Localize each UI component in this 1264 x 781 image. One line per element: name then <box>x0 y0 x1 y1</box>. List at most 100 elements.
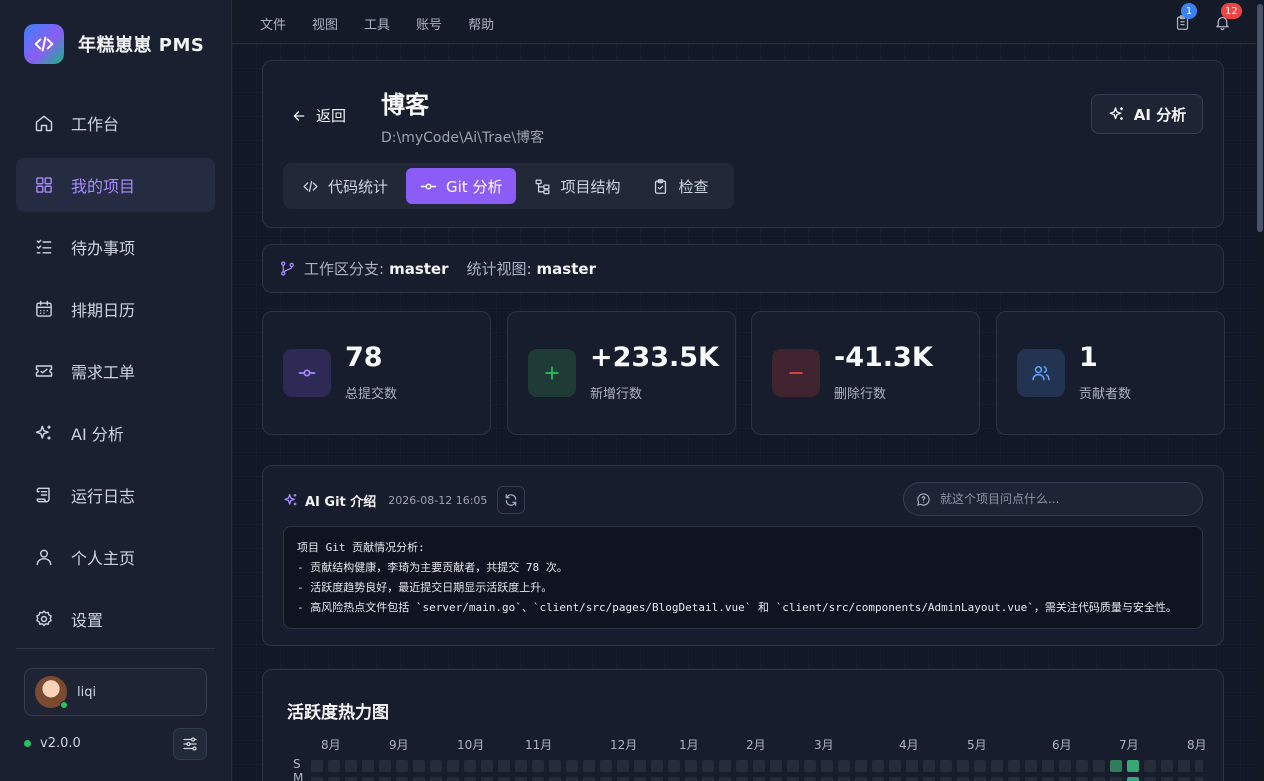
heatmap-cell[interactable] <box>345 760 357 772</box>
notifications-button[interactable]: 12 <box>1212 3 1242 32</box>
heatmap-cell[interactable] <box>413 760 425 772</box>
heatmap-cell[interactable] <box>1178 760 1190 772</box>
heatmap-cell[interactable] <box>498 777 510 781</box>
refresh-button[interactable] <box>497 486 526 514</box>
heatmap-cell[interactable] <box>923 777 935 781</box>
heatmap-cell[interactable] <box>1076 760 1088 772</box>
sidebar-item-run-logs[interactable]: 运行日志 <box>16 468 215 522</box>
heatmap-cell[interactable] <box>532 777 544 781</box>
heatmap-cell[interactable] <box>1042 760 1054 772</box>
heatmap-cell[interactable] <box>1093 777 1105 781</box>
ask-question-input[interactable] <box>940 492 1180 506</box>
heatmap-cell[interactable] <box>634 760 646 772</box>
heatmap-cell[interactable] <box>515 760 527 772</box>
heatmap-cell[interactable] <box>668 777 680 781</box>
heatmap-cell[interactable] <box>549 760 561 772</box>
heatmap-cell[interactable] <box>1161 777 1173 781</box>
ask-question-field[interactable] <box>903 482 1203 516</box>
sidebar-item-calendar[interactable]: 排期日历 <box>16 282 215 336</box>
heatmap-cell[interactable] <box>481 760 493 772</box>
menu-view[interactable]: 视图 <box>312 14 338 33</box>
heatmap-cell[interactable] <box>889 760 901 772</box>
heatmap-cell[interactable] <box>787 760 799 772</box>
heatmap-cell[interactable] <box>719 777 731 781</box>
heatmap-cell[interactable] <box>957 760 969 772</box>
heatmap-cell[interactable] <box>872 760 884 772</box>
heatmap-cell[interactable] <box>702 760 714 772</box>
heatmap-cell[interactable] <box>1161 760 1173 772</box>
heatmap-cell[interactable] <box>821 777 833 781</box>
heatmap-cell[interactable] <box>396 777 408 781</box>
scrollbar-thumb[interactable] <box>1257 4 1263 232</box>
heatmap-cell[interactable] <box>736 760 748 772</box>
heatmap-cell[interactable] <box>1059 777 1071 781</box>
heatmap-cell[interactable] <box>1195 760 1203 772</box>
heatmap-cell[interactable] <box>1110 777 1122 781</box>
heatmap-cell[interactable] <box>787 777 799 781</box>
heatmap-cell[interactable] <box>617 760 629 772</box>
workspace-branch-value[interactable]: master <box>389 260 448 278</box>
heatmap-cell[interactable] <box>464 760 476 772</box>
heatmap-cell[interactable] <box>872 777 884 781</box>
heatmap-cell[interactable] <box>889 777 901 781</box>
heatmap-cell[interactable] <box>362 760 374 772</box>
heatmap-cell[interactable] <box>413 777 425 781</box>
heatmap-cell[interactable] <box>1110 760 1122 772</box>
heatmap-cell[interactable] <box>396 760 408 772</box>
heatmap-cell[interactable] <box>447 777 459 781</box>
heatmap-cell[interactable] <box>804 760 816 772</box>
heatmap-cell[interactable] <box>753 777 765 781</box>
user-card[interactable]: liqi <box>24 668 207 716</box>
heatmap-cell[interactable] <box>838 777 850 781</box>
heatmap-cell[interactable] <box>481 777 493 781</box>
heatmap-cell[interactable] <box>1042 777 1054 781</box>
ai-analysis-button[interactable]: AI 分析 <box>1091 94 1203 134</box>
sidebar-item-my-projects[interactable]: 我的项目 <box>16 158 215 212</box>
heatmap-cell[interactable] <box>1025 760 1037 772</box>
heatmap-cell[interactable] <box>804 777 816 781</box>
menu-tools[interactable]: 工具 <box>364 14 390 33</box>
heatmap-cell[interactable] <box>838 760 850 772</box>
tab-inspection[interactable]: 检查 <box>638 168 722 204</box>
heatmap-cell[interactable] <box>311 777 323 781</box>
heatmap-cell[interactable] <box>549 777 561 781</box>
heatmap-cell[interactable] <box>906 760 918 772</box>
heatmap-cell[interactable] <box>447 760 459 772</box>
heatmap-cell[interactable] <box>736 777 748 781</box>
heatmap-cell[interactable] <box>345 777 357 781</box>
preferences-button[interactable] <box>173 728 207 760</box>
heatmap-cell[interactable] <box>379 760 391 772</box>
heatmap-cell[interactable] <box>923 760 935 772</box>
stats-view-value[interactable]: master <box>537 260 596 278</box>
heatmap-cell[interactable] <box>1025 777 1037 781</box>
heatmap-cell[interactable] <box>974 760 986 772</box>
heatmap-cell[interactable] <box>617 777 629 781</box>
heatmap-cell[interactable] <box>328 760 340 772</box>
sidebar-item-ai-analysis[interactable]: AI 分析 <box>16 406 215 460</box>
heatmap-cell[interactable] <box>770 760 782 772</box>
heatmap-cell[interactable] <box>515 777 527 781</box>
heatmap-cell[interactable] <box>685 760 697 772</box>
heatmap-cell[interactable] <box>464 777 476 781</box>
heatmap-cell[interactable] <box>566 777 578 781</box>
heatmap-cell[interactable] <box>430 760 442 772</box>
heatmap-cell[interactable] <box>1144 760 1156 772</box>
heatmap-cell[interactable] <box>668 760 680 772</box>
heatmap-cell[interactable] <box>583 760 595 772</box>
heatmap-cell[interactable] <box>1076 777 1088 781</box>
scrollbar[interactable] <box>1256 0 1264 781</box>
heatmap-cell[interactable] <box>1008 777 1020 781</box>
heatmap-cell[interactable] <box>940 760 952 772</box>
heatmap-cell[interactable] <box>1178 777 1190 781</box>
heatmap-cell[interactable] <box>855 760 867 772</box>
heatmap-cell[interactable] <box>855 777 867 781</box>
heatmap-cell[interactable] <box>1127 760 1139 772</box>
heatmap-cell[interactable] <box>634 777 646 781</box>
heatmap-cell[interactable] <box>685 777 697 781</box>
heatmap-cell[interactable] <box>940 777 952 781</box>
tab-project-structure[interactable]: 项目结构 <box>520 168 634 204</box>
heatmap-cell[interactable] <box>566 760 578 772</box>
heatmap-cell[interactable] <box>1144 777 1156 781</box>
heatmap-cell[interactable] <box>753 760 765 772</box>
heatmap-cell[interactable] <box>600 760 612 772</box>
